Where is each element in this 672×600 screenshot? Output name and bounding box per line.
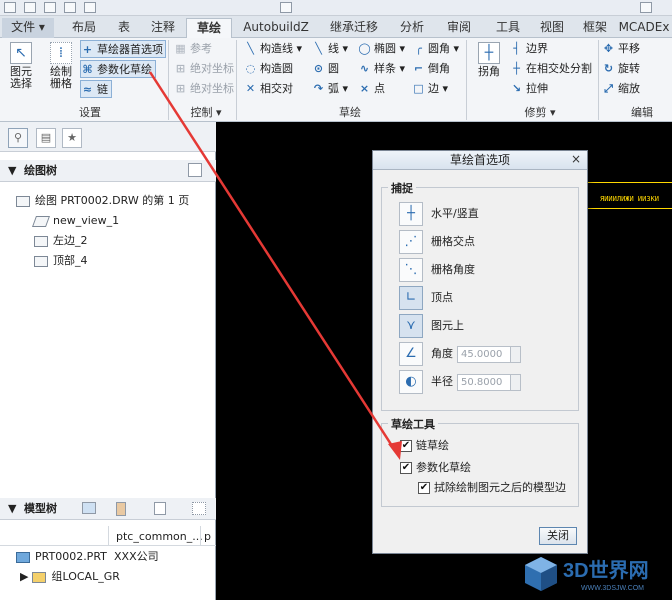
watermark-url: WWW.3DSJW.COM: [581, 585, 644, 592]
watermark-brand: 3D世界网: [563, 559, 649, 582]
annotation-arrow: [148, 71, 402, 460]
watermark-logo: 3D世界网 WWW.3DSJW.COM: [523, 554, 669, 596]
cube-logo-icon: 3D世界网 WWW.3DSJW.COM: [525, 557, 649, 592]
